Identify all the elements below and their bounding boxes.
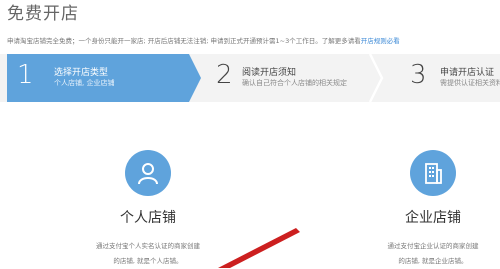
step-1-select-type: 1 选择开店类型 个人店铺, 企业店铺 bbox=[7, 54, 201, 102]
step-3-number: 3 bbox=[410, 60, 427, 90]
step-1-title: 选择开店类型 bbox=[54, 68, 109, 78]
notice-body: 申请淘宝店铺完全免费；一个身份只能开一家店; 开店后店铺无法注销; 申请到正式开… bbox=[7, 37, 361, 45]
personal-store-desc-line1: 通过支付宝个人实名认证的商家创建 bbox=[96, 242, 200, 250]
enterprise-store-option[interactable]: 企业店铺 通过支付宝企业认证的商家创建 的店铺, 就是企业店铺。 bbox=[353, 150, 500, 269]
page-title: 免费开店 bbox=[7, 4, 79, 24]
step-1-desc: 个人店铺, 企业店铺 bbox=[54, 79, 115, 87]
step-2-read-notice: 2 阅读开店须知 确认自己符合个人店铺的相关规定 bbox=[200, 54, 384, 102]
personal-store-option[interactable]: 个人店铺 通过支付宝个人实名认证的商家创建 的店铺, 就是个人店铺。 bbox=[68, 150, 228, 269]
enterprise-store-desc: 通过支付宝企业认证的商家创建 的店铺, 就是企业店铺。 bbox=[353, 239, 500, 269]
enterprise-store-title: 企业店铺 bbox=[405, 210, 461, 226]
step-3-title: 申请开店认证 bbox=[440, 68, 495, 78]
personal-store-title: 个人店铺 bbox=[120, 210, 176, 226]
step-progress-bar: 1 选择开店类型 个人店铺, 企业店铺 2 阅读开店须知 确认自己符合个人店铺的… bbox=[0, 54, 500, 102]
building-icon bbox=[410, 150, 456, 196]
enterprise-store-desc-line1: 通过支付宝企业认证的商家创建 bbox=[387, 242, 479, 250]
personal-store-desc-line2: 的店铺, 就是个人店铺。 bbox=[113, 257, 183, 265]
step-2-title: 阅读开店须知 bbox=[242, 68, 297, 78]
notice-text: 申请淘宝店铺完全免费；一个身份只能开一家店; 开店后店铺无法注销; 申请到正式开… bbox=[7, 35, 497, 45]
enterprise-store-desc-line2: 的店铺, 就是企业店铺。 bbox=[398, 257, 468, 265]
step-separator-icon bbox=[368, 54, 384, 102]
step-3-apply-certification: 3 申请开店认证 需提供认证相关资料 bbox=[392, 54, 500, 102]
step-1-number: 1 bbox=[17, 60, 34, 90]
step-2-desc: 确认自己符合个人店铺的相关规定 bbox=[242, 79, 347, 87]
personal-store-desc: 通过支付宝个人实名认证的商家创建 的店铺, 就是个人店铺。 bbox=[68, 239, 228, 269]
rules-link[interactable]: 开店规则必看 bbox=[361, 37, 400, 45]
step-2-number: 2 bbox=[216, 60, 233, 90]
person-icon bbox=[125, 150, 171, 196]
step-3-desc: 需提供认证相关资料 bbox=[440, 79, 500, 87]
